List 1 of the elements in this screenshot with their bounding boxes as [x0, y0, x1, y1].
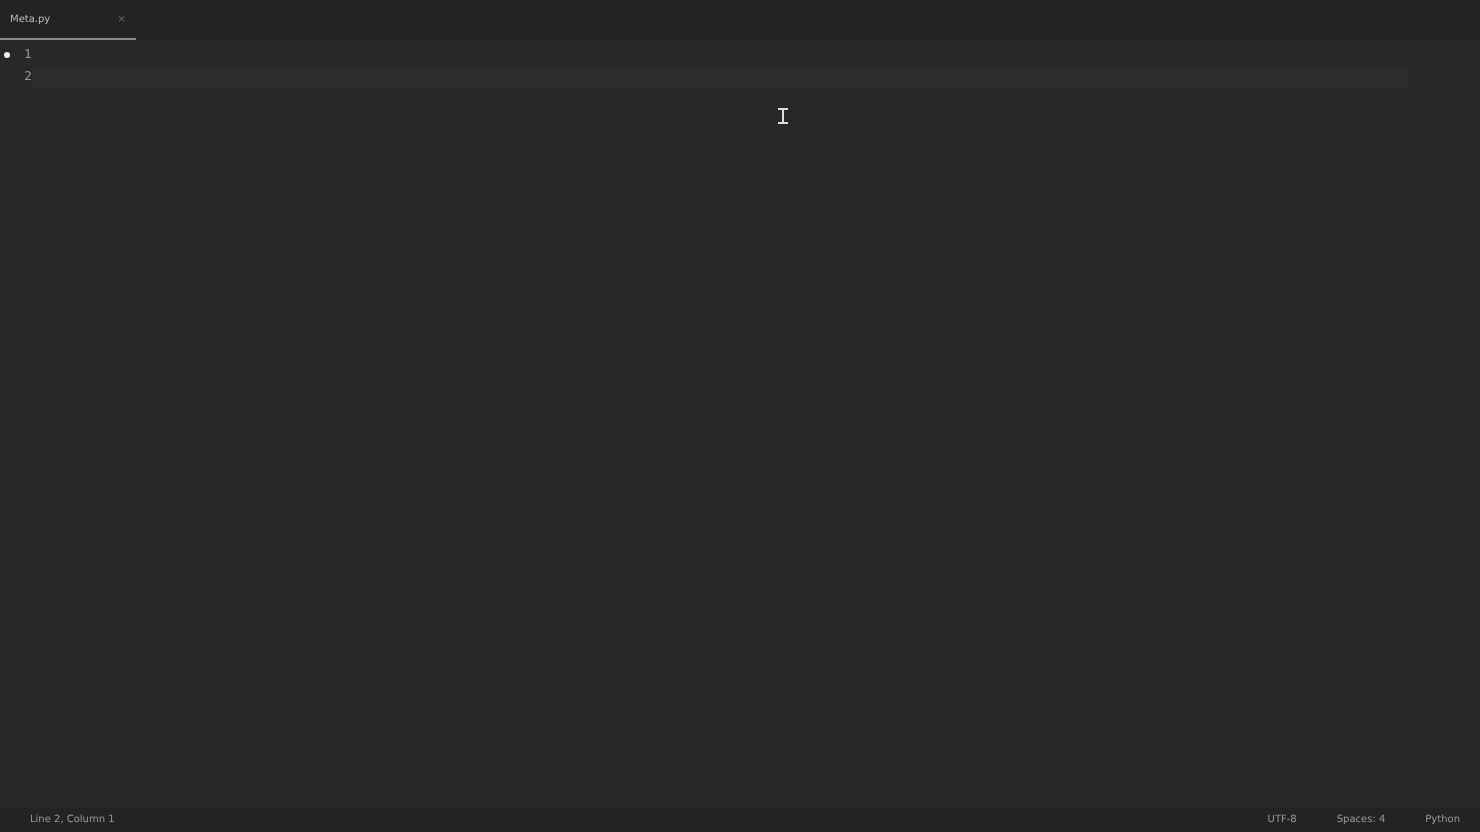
text-cursor-icon	[778, 108, 788, 124]
